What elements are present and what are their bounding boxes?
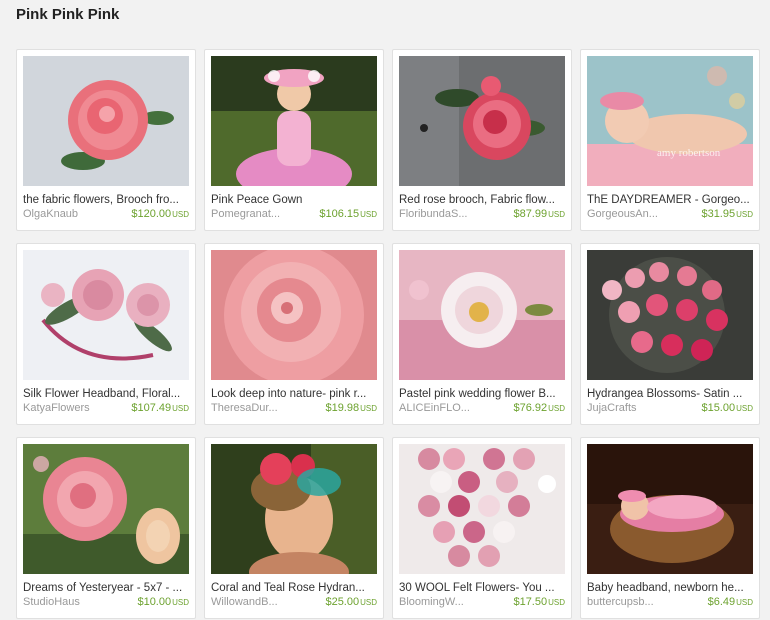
listing-card[interactable]: Look deep into nature- pink r... Theresa… <box>204 243 384 425</box>
listing-title[interactable]: ThE DAYDREAMER - Gorgeo... <box>587 194 753 207</box>
price: $76.92USD <box>513 402 565 414</box>
felt-flowers-photo[interactable] <box>399 444 565 574</box>
price: $31.95USD <box>701 208 753 220</box>
listing-card[interactable]: amy robertson ThE DAYDREAMER - Gorgeo...… <box>580 49 760 231</box>
listing-title[interactable]: Red rose brooch, Fabric flow... <box>399 194 565 207</box>
price: $25.00USD <box>325 596 377 608</box>
price: $17.50USD <box>513 596 565 608</box>
listing-card[interactable]: Dreams of Yesteryear - 5x7 - ... StudioH… <box>16 437 196 619</box>
newborn-in-basket-photo[interactable] <box>587 444 753 574</box>
roses-print-photo[interactable] <box>23 444 189 574</box>
listing-card[interactable]: Baby headband, newborn he... buttercupsb… <box>580 437 760 619</box>
price: $6.49USD <box>707 596 753 608</box>
listing-title[interactable]: Look deep into nature- pink r... <box>211 388 377 401</box>
shop-name[interactable]: KatyaFlowers <box>23 402 90 415</box>
price: $87.99USD <box>513 208 565 220</box>
listing-card[interactable]: Hydrangea Blossoms- Satin ... JujaCrafts… <box>580 243 760 425</box>
price: $15.00USD <box>701 402 753 414</box>
shop-name[interactable]: WillowandB... <box>211 596 278 609</box>
silk-flower-headband-photo[interactable] <box>23 250 189 380</box>
price: $106.15USD <box>319 208 377 220</box>
listing-title[interactable]: Dreams of Yesteryear - 5x7 - ... <box>23 582 189 595</box>
shop-name[interactable]: JujaCrafts <box>587 402 637 415</box>
listing-title[interactable]: Hydrangea Blossoms- Satin ... <box>587 388 753 401</box>
listing-card[interactable]: Silk Flower Headband, Floral... KatyaFlo… <box>16 243 196 425</box>
listing-grid: the fabric flowers, Brooch fro... OlgaKn… <box>16 49 760 619</box>
red-rose-brooch-photo[interactable] <box>399 56 565 186</box>
shop-name[interactable]: StudioHaus <box>23 596 80 609</box>
listing-card[interactable]: the fabric flowers, Brooch fro... OlgaKn… <box>16 49 196 231</box>
listing-title[interactable]: the fabric flowers, Brooch fro... <box>23 194 189 207</box>
listing-card[interactable]: Coral and Teal Rose Hydran... WillowandB… <box>204 437 384 619</box>
svg-text:amy robertson: amy robertson <box>657 147 721 159</box>
listing-title[interactable]: Pastel pink wedding flower B... <box>399 388 565 401</box>
girl-in-pink-gown-photo[interactable] <box>211 56 377 186</box>
listing-card[interactable]: Pink Peace Gown Pomegranat... $106.15USD <box>204 49 384 231</box>
shop-name[interactable]: buttercupsb... <box>587 596 654 609</box>
price: $19.98USD <box>325 402 377 414</box>
hydrangea-petals-photo[interactable] <box>587 250 753 380</box>
listing-title[interactable]: Silk Flower Headband, Floral... <box>23 388 189 401</box>
girl-with-fascinator-photo[interactable] <box>211 444 377 574</box>
sleeping-baby-photo[interactable]: amy robertson <box>587 56 753 186</box>
shop-name[interactable]: Pomegranat... <box>211 208 280 221</box>
shop-name[interactable]: FloribundaS... <box>399 208 467 221</box>
shop-name[interactable]: BloomingW... <box>399 596 464 609</box>
listing-title[interactable]: Pink Peace Gown <box>211 194 377 207</box>
pink-rose-closeup-photo[interactable] <box>211 250 377 380</box>
shop-name[interactable]: ALICEinFLO... <box>399 402 470 415</box>
price: $120.00USD <box>131 208 189 220</box>
pink-rose-brooch-photo[interactable] <box>23 56 189 186</box>
listing-title[interactable]: Coral and Teal Rose Hydran... <box>211 582 377 595</box>
shop-name[interactable]: TheresaDur... <box>211 402 278 415</box>
pastel-wedding-flower-photo[interactable] <box>399 250 565 380</box>
listing-card[interactable]: Pastel pink wedding flower B... ALICEinF… <box>392 243 572 425</box>
page-title: Pink Pink Pink <box>16 6 120 23</box>
listing-title[interactable]: 30 WOOL Felt Flowers- You ... <box>399 582 565 595</box>
price: $10.00USD <box>137 596 189 608</box>
listing-card[interactable]: Red rose brooch, Fabric flow... Floribun… <box>392 49 572 231</box>
shop-name[interactable]: OlgaKnaub <box>23 208 78 221</box>
shop-name[interactable]: GorgeousAn... <box>587 208 658 221</box>
listing-title[interactable]: Baby headband, newborn he... <box>587 582 753 595</box>
price: $107.49USD <box>131 402 189 414</box>
listing-card[interactable]: 30 WOOL Felt Flowers- You ... BloomingW.… <box>392 437 572 619</box>
